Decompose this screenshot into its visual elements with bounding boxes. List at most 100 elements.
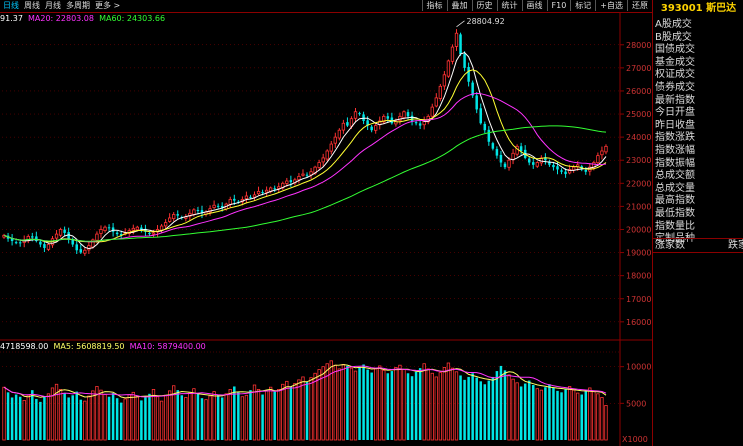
field-low-index[interactable]: 最低指数 — [655, 208, 743, 221]
kline-chart[interactable]: 28000 27000 26000 25000 24000 23000 22000 21000… — [0, 0, 652, 446]
field-a-share-volume[interactable]: A股成交 — [655, 19, 743, 32]
peak-marker — [456, 20, 465, 28]
candle-body — [438, 85, 442, 99]
draw-line-button[interactable]: 画线 — [521, 0, 547, 11]
volume-bar — [362, 364, 365, 440]
field-high-index[interactable]: 最高指数 — [655, 195, 743, 208]
candle-body — [256, 190, 261, 195]
index-field-list: A股成交 B股成交 国债成交 基金成交 权证成交 债券成交 最新指数 今日开盘 … — [655, 19, 743, 246]
tab-weekly[interactable]: 周线 — [24, 0, 40, 11]
volume-bar — [305, 382, 309, 440]
price-tick-label: 21000 — [626, 202, 651, 211]
breadth-row: 涨家数 跌家 — [653, 238, 743, 253]
volume-bar — [378, 365, 382, 441]
candle-body — [285, 180, 289, 184]
volume-bar — [297, 379, 301, 441]
volume-bar — [281, 383, 285, 441]
volume-bar — [180, 395, 184, 440]
field-total-volume[interactable]: 总成交量 — [655, 183, 743, 196]
symbol-title[interactable]: 393001 斯巴达 — [653, 0, 743, 17]
candle-body — [370, 126, 373, 131]
candle-body — [18, 242, 22, 244]
volume-bar — [523, 383, 527, 440]
volume-bar — [556, 390, 559, 440]
volume-bar — [495, 371, 499, 440]
candle-body — [572, 166, 576, 171]
overlay-button[interactable]: 叠加 — [446, 0, 472, 11]
field-total-amount[interactable]: 总成交额 — [655, 170, 743, 183]
candle-body — [495, 149, 499, 156]
candle-body — [261, 192, 264, 194]
field-index-change-pct[interactable]: 指数涨幅 — [655, 145, 743, 158]
history-button[interactable]: 历史 — [471, 0, 497, 11]
ma60-line — [3, 125, 607, 242]
candle-body — [103, 226, 107, 232]
peak-label: 28804.92 — [467, 17, 505, 26]
tab-daily[interactable]: 日线 — [3, 0, 19, 11]
candle-body — [58, 229, 63, 236]
candle-body — [95, 233, 99, 241]
field-volume-ratio[interactable]: 指数量比 — [655, 221, 743, 234]
candle-body — [249, 196, 252, 198]
volume-bar — [592, 391, 596, 441]
price-tick-label: 26000 — [626, 87, 651, 96]
volume-bar — [430, 372, 434, 441]
candle-body — [75, 244, 78, 251]
candle-body — [163, 222, 168, 227]
field-today-open[interactable]: 今日开盘 — [655, 107, 743, 120]
candle-body — [349, 118, 354, 127]
volume-bar — [131, 391, 135, 441]
candle-body — [604, 145, 608, 153]
mark-button[interactable]: 标记 — [570, 0, 595, 11]
volume-bar — [46, 393, 51, 441]
candle-body — [552, 164, 555, 168]
tab-monthly[interactable]: 月线 — [45, 0, 61, 11]
stats-button[interactable]: 统计 — [496, 0, 522, 11]
candle-body — [532, 162, 535, 165]
field-warrant-volume[interactable]: 权证成交 — [655, 69, 743, 82]
candle-body — [414, 122, 418, 124]
candle-body — [252, 194, 257, 198]
field-latest-index[interactable]: 最新指数 — [655, 95, 743, 108]
volume-bar — [414, 371, 418, 440]
field-index-change[interactable]: 指数涨跌 — [655, 132, 743, 145]
ma10-line — [3, 69, 607, 243]
candle-body — [353, 111, 358, 119]
field-bond-volume[interactable]: 债券成交 — [655, 82, 743, 95]
volume-bar — [402, 369, 406, 441]
volume-bar — [119, 402, 123, 440]
restore-button[interactable]: 还原 — [627, 0, 652, 11]
field-index-amplitude[interactable]: 指数振幅 — [655, 158, 743, 171]
f10-button[interactable]: F10 — [546, 0, 571, 11]
field-b-share-volume[interactable]: B股成交 — [655, 32, 743, 45]
price-tick-label: 17000 — [626, 295, 651, 304]
candle-body — [535, 162, 539, 167]
tab-multi-period[interactable]: 多周期 — [66, 0, 90, 11]
indicator-button[interactable]: 指标 — [421, 0, 447, 11]
volume-bar — [422, 363, 426, 441]
candle-body — [358, 113, 361, 115]
volume-bar — [240, 396, 245, 441]
candle-body — [63, 229, 66, 233]
volume-bar — [220, 397, 224, 440]
ma60-legend: MA60: 24303.66 — [99, 14, 166, 23]
tab-more[interactable]: 更多 > — [95, 0, 120, 11]
candle-body — [491, 143, 495, 149]
volume-bar — [564, 389, 567, 440]
field-treasury-volume[interactable]: 国债成交 — [655, 44, 743, 57]
volume-bar — [39, 401, 42, 440]
volume-bar — [293, 383, 297, 441]
volume-bar — [463, 379, 466, 440]
volume-bar — [532, 385, 535, 440]
volume-bar — [256, 388, 261, 441]
field-prev-close[interactable]: 昨日收盘 — [655, 120, 743, 133]
field-fund-volume[interactable]: 基金成交 — [655, 57, 743, 70]
add-watchlist-button[interactable]: +自选 — [595, 0, 627, 11]
candle-body — [483, 123, 487, 131]
ma20-legend: MA20: 22803.08 — [28, 14, 94, 23]
tool-buttons: 指标 叠加 历史 统计 画线 F10 标记 +自选 还原 — [421, 0, 652, 11]
price-tick-label: 28000 — [626, 41, 651, 50]
volume-bar — [148, 393, 151, 440]
candle-body — [600, 150, 604, 156]
candle-body — [463, 54, 466, 68]
